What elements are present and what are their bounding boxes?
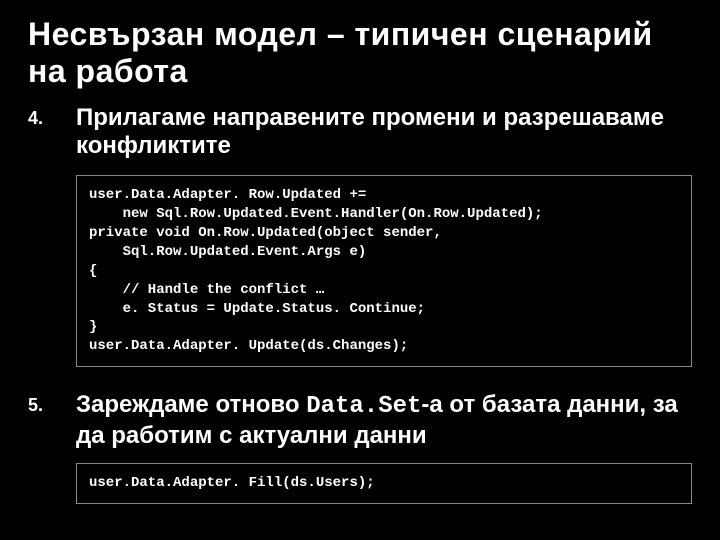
heading-text: Зареждаме отново [76, 391, 306, 418]
slide-title: Несвързан модел – типичен сценарий на ра… [28, 16, 692, 90]
item-number: 5. [28, 391, 76, 517]
slide: Несвързан модел – типичен сценарий на ра… [0, 0, 720, 540]
item-number: 4. [28, 104, 76, 382]
code-block: user.Data.Adapter. Row.Updated += new Sq… [76, 175, 692, 367]
heading-mono: Data.Set [306, 393, 421, 420]
list-item: 4. Прилагаме направените промени и разре… [28, 104, 692, 382]
item-content: Прилагаме направените промени и разрешав… [76, 104, 692, 382]
code-block: user.Data.Adapter. Fill(ds.Users); [76, 463, 692, 504]
item-content: Зареждаме отново Data.Set-а от базата да… [76, 391, 692, 517]
list-item: 5. Зареждаме отново Data.Set-а от базата… [28, 391, 692, 517]
item-heading: Зареждаме отново Data.Set-а от базата да… [76, 391, 692, 451]
item-heading: Прилагаме направените промени и разрешав… [76, 104, 692, 164]
heading-text: Прилагаме направените промени и разрешав… [76, 104, 664, 160]
